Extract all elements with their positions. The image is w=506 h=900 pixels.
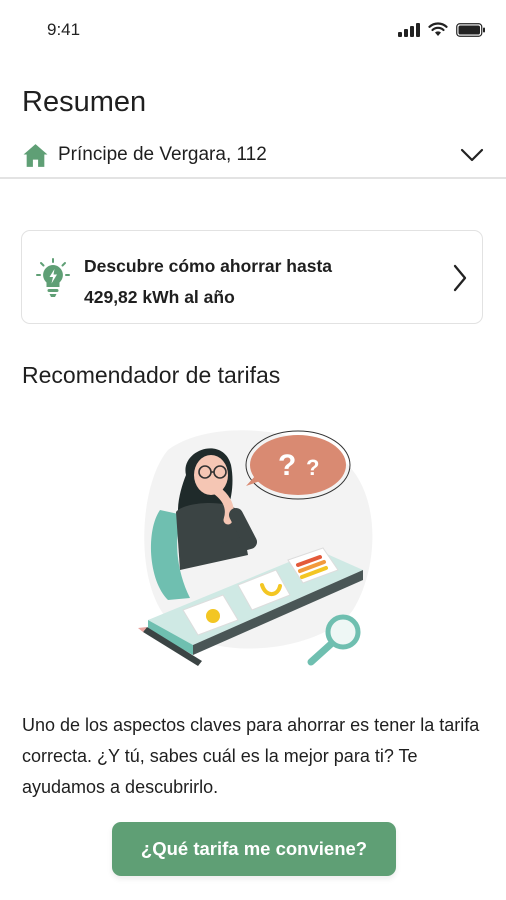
house-icon bbox=[23, 143, 48, 167]
which-tariff-button[interactable]: ¿Qué tarifa me conviene? bbox=[112, 822, 396, 876]
signal-icon bbox=[398, 22, 420, 37]
page-title: Resumen bbox=[22, 86, 147, 118]
chevron-down-icon[interactable] bbox=[460, 145, 484, 165]
svg-text:?: ? bbox=[306, 455, 319, 480]
svg-text:?: ? bbox=[278, 449, 296, 482]
woman-thinking-illustration: ? ? bbox=[138, 430, 373, 666]
address-selector[interactable]: Príncipe de Vergara, 112 bbox=[22, 138, 484, 172]
status-bar: 9:41 bbox=[0, 0, 506, 64]
section-title: Recomendador de tarifas bbox=[22, 362, 281, 388]
status-time: 9:41 bbox=[47, 20, 81, 39]
savings-line-2: 429,82 kWh al año bbox=[84, 287, 235, 307]
divider bbox=[0, 177, 506, 179]
chevron-right-icon bbox=[453, 264, 467, 292]
battery-icon bbox=[456, 22, 485, 37]
lightbulb-icon bbox=[36, 258, 70, 297]
savings-line-1: Descubre cómo ahorrar hasta bbox=[84, 256, 333, 276]
savings-text: Descubre cómo ahorrar hasta 429,82 kWh a… bbox=[84, 251, 332, 313]
savings-card[interactable]: Descubre cómo ahorrar hasta 429,82 kWh a… bbox=[21, 230, 483, 324]
wifi-icon bbox=[428, 22, 448, 36]
recommender-description: Uno de los aspectos claves para ahorrar … bbox=[22, 715, 480, 797]
address-text: Príncipe de Vergara, 112 bbox=[58, 144, 267, 165]
status-icons bbox=[398, 22, 486, 37]
